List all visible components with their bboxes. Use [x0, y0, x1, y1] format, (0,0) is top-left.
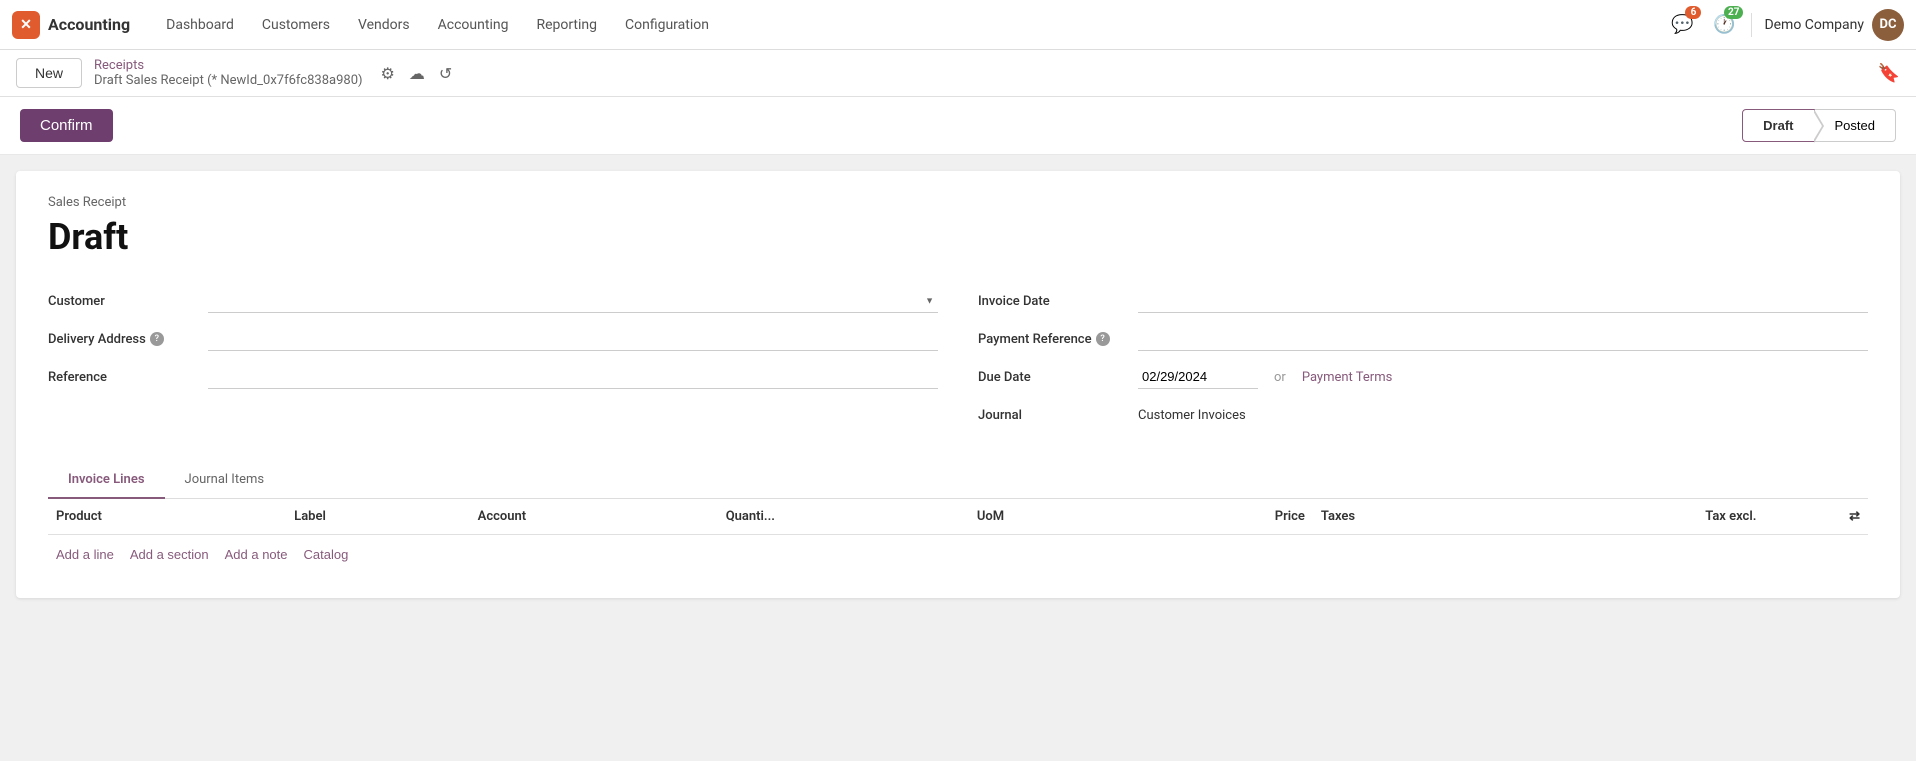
status-bar: Draft Posted [1742, 109, 1896, 142]
payment-reference-value [1138, 327, 1868, 351]
form-grid: Customer Delivery Address ? [48, 282, 1868, 434]
delivery-address-help-icon: ? [150, 332, 164, 346]
delivery-address-value [208, 327, 938, 351]
customer-select-wrapper [208, 289, 938, 313]
user-menu[interactable]: Demo Company DC [1764, 9, 1904, 41]
col-quantity: Quanti... [718, 499, 969, 535]
breadcrumb-current: Draft Sales Receipt (* NewId_0x7f6fc838a… [94, 73, 363, 88]
delivery-address-input[interactable] [208, 327, 938, 351]
chat-notification[interactable]: 💬 6 [1667, 10, 1697, 40]
add-section-button[interactable]: Add a section [130, 547, 209, 562]
nav-customers[interactable]: Customers [250, 11, 342, 39]
nav-configuration[interactable]: Configuration [613, 11, 721, 39]
activity-badge-count: 27 [1724, 6, 1743, 19]
new-button[interactable]: New [16, 58, 82, 88]
due-date-row: Due Date or Payment Terms [978, 358, 1868, 396]
topnav-right: 💬 6 🕐 27 Demo Company DC [1667, 9, 1904, 41]
catalog-button[interactable]: Catalog [304, 547, 349, 562]
col-account: Account [470, 499, 718, 535]
nav-vendors[interactable]: Vendors [346, 11, 422, 39]
status-draft-button[interactable]: Draft [1742, 109, 1814, 142]
col-arrows: ⇄ [1764, 499, 1868, 535]
col-tax-excl: Tax excl. [1506, 499, 1764, 535]
brand-logo[interactable]: ✕ Accounting [12, 11, 130, 39]
due-date-input[interactable] [1138, 365, 1258, 389]
form-right: Invoice Date Payment Reference ? Due D [978, 282, 1868, 434]
action-bar: Confirm Draft Posted [0, 97, 1916, 155]
tab-invoice-lines[interactable]: Invoice Lines [48, 462, 165, 499]
reference-input[interactable] [208, 365, 938, 389]
invoice-date-label: Invoice Date [978, 294, 1138, 309]
journal-label: Journal [978, 408, 1138, 423]
add-note-button[interactable]: Add a note [225, 547, 288, 562]
form-subtitle: Sales Receipt [48, 195, 1868, 210]
or-text: or [1274, 370, 1286, 385]
col-label: Label [286, 499, 469, 535]
invoice-date-row: Invoice Date [978, 282, 1868, 320]
breadcrumb-parent[interactable]: Receipts [94, 58, 363, 73]
reference-value [208, 365, 938, 389]
chat-badge-count: 6 [1685, 6, 1701, 19]
customer-label: Customer [48, 294, 208, 309]
tabs-section: Invoice Lines Journal Items Product Labe… [48, 462, 1868, 574]
activity-notification[interactable]: 🕐 27 [1709, 10, 1739, 40]
add-line-button[interactable]: Add a line [56, 547, 114, 562]
toolbar-icons: ⚙ ☁ ↺ [379, 62, 455, 85]
payment-reference-label: Payment Reference ? [978, 332, 1138, 347]
tab-journal-items[interactable]: Journal Items [165, 462, 285, 499]
col-price: Price [1135, 499, 1313, 535]
payment-reference-help-icon: ? [1096, 332, 1110, 346]
due-date-label: Due Date [978, 370, 1138, 385]
brand-name: Accounting [48, 15, 130, 34]
payment-terms-link[interactable]: Payment Terms [1302, 370, 1393, 385]
status-posted-button[interactable]: Posted [1815, 109, 1896, 142]
reference-row: Reference [48, 358, 938, 396]
delivery-address-row: Delivery Address ? [48, 320, 938, 358]
nav-accounting[interactable]: Accounting [426, 11, 521, 39]
tabs-nav: Invoice Lines Journal Items [48, 462, 1868, 499]
journal-display-value[interactable]: Customer Invoices [1138, 408, 1246, 423]
form-left: Customer Delivery Address ? [48, 282, 938, 434]
toolbar-right: 🔖 [1878, 63, 1900, 84]
delivery-address-label: Delivery Address ? [48, 332, 208, 347]
user-company-name: Demo Company [1764, 17, 1864, 33]
nav-dashboard[interactable]: Dashboard [154, 11, 246, 39]
customer-row: Customer [48, 282, 938, 320]
status-arrow-inner [1813, 111, 1822, 141]
customer-select[interactable] [208, 289, 938, 313]
form-title-section: Sales Receipt Draft [48, 195, 1868, 258]
due-date-value: or Payment Terms [1138, 365, 1868, 389]
user-avatar: DC [1872, 9, 1904, 41]
payment-reference-row: Payment Reference ? [978, 320, 1868, 358]
form-title: Draft [48, 216, 1868, 258]
reference-label: Reference [48, 370, 208, 385]
payment-reference-input[interactable] [1138, 327, 1868, 351]
upload-icon[interactable]: ☁ [407, 62, 427, 85]
nav-reporting[interactable]: Reporting [524, 11, 609, 39]
settings-icon[interactable]: ⚙ [379, 62, 397, 85]
main-menu: Dashboard Customers Vendors Accounting R… [154, 11, 1667, 39]
confirm-button[interactable]: Confirm [20, 109, 113, 142]
table-header-row: Product Label Account Quanti... UoM Pric… [48, 499, 1868, 535]
bookmark-icon[interactable]: 🔖 [1878, 63, 1900, 84]
refresh-icon[interactable]: ↺ [437, 62, 454, 85]
nav-divider [1751, 13, 1752, 37]
main-content: Sales Receipt Draft Customer Delivery Ad… [16, 171, 1900, 598]
breadcrumb: Receipts Draft Sales Receipt (* NewId_0x… [94, 58, 363, 88]
add-line-section: Add a line Add a section Add a note Cata… [48, 535, 1868, 574]
invoice-table: Product Label Account Quanti... UoM Pric… [48, 499, 1868, 535]
invoice-date-value [1138, 289, 1868, 313]
col-taxes: Taxes [1313, 499, 1506, 535]
toolbar: New Receipts Draft Sales Receipt (* NewI… [0, 50, 1916, 97]
main-scroll-area: Sales Receipt Draft Customer Delivery Ad… [0, 155, 1916, 614]
journal-row: Journal Customer Invoices [978, 396, 1868, 434]
journal-value: Customer Invoices [1138, 408, 1868, 423]
brand-icon: ✕ [12, 11, 40, 39]
top-navigation: ✕ Accounting Dashboard Customers Vendors… [0, 0, 1916, 50]
invoice-date-input[interactable] [1138, 289, 1868, 313]
col-uom: UoM [969, 499, 1135, 535]
col-product: Product [48, 499, 286, 535]
